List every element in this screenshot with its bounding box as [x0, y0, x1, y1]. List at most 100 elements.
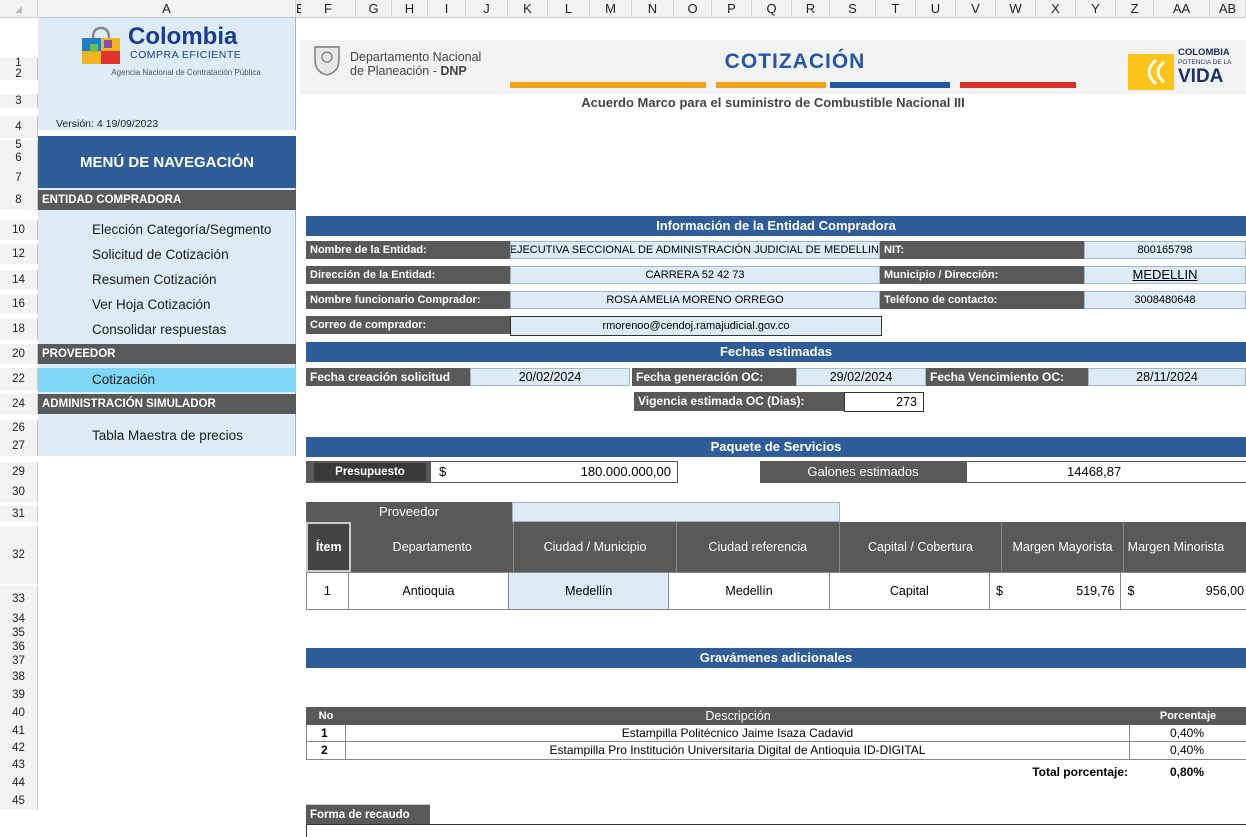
- row-header-1[interactable]: 1: [0, 57, 38, 69]
- menu-item-ver-hoja-cotizacion[interactable]: Ver Hoja Cotización: [38, 293, 296, 317]
- row-capital: Capital: [830, 573, 990, 609]
- row-header-42[interactable]: 42: [0, 740, 38, 756]
- logo-title: Colombia: [128, 23, 238, 50]
- agreement-subtitle: Acuerdo Marco para el suministro de Comb…: [581, 95, 965, 110]
- menu-item-cotizacion[interactable]: Cotización: [38, 368, 296, 392]
- sidebar-header: Colombia COMPRA EFICIENTE Agencia Nacion…: [38, 18, 296, 130]
- entity-name-field[interactable]: DIRECCIÓN EJECUTIVA SECCIONAL DE ADMINIS…: [510, 241, 880, 259]
- row-header-24[interactable]: 24: [0, 394, 38, 414]
- entity-name-label: Nombre de la Entidad:: [306, 241, 510, 259]
- menu-item-tabla-maestra-precios[interactable]: Tabla Maestra de precios: [38, 424, 296, 448]
- row-header-37[interactable]: 37: [0, 654, 38, 668]
- menu-item-resumen-cotizacion[interactable]: Resumen Cotización: [38, 268, 296, 292]
- select-all-corner[interactable]: [0, 0, 38, 18]
- city-field[interactable]: MEDELLIN: [1084, 266, 1246, 284]
- column-header-m[interactable]: M: [590, 0, 632, 18]
- expiry-date-field[interactable]: 28/11/2024: [1088, 368, 1246, 386]
- row-header-20[interactable]: 20: [0, 344, 38, 364]
- row-header-45[interactable]: 45: [0, 792, 38, 810]
- validity-field[interactable]: 273: [844, 392, 924, 412]
- column-header-p[interactable]: P: [712, 0, 752, 18]
- row-header-41[interactable]: 41: [0, 722, 38, 740]
- row-header-2[interactable]: 2: [0, 68, 38, 80]
- column-header-l[interactable]: L: [548, 0, 590, 18]
- row-ciudad[interactable]: Medellín: [509, 573, 670, 609]
- column-header-a[interactable]: A: [38, 0, 296, 18]
- expiry-date-label: Fecha Vencimiento OC:: [926, 368, 1088, 386]
- row-header-44[interactable]: 44: [0, 774, 38, 792]
- row-header-36[interactable]: 36: [0, 640, 38, 654]
- row-header-16[interactable]: 16: [0, 294, 38, 314]
- col-ciudad-municipio: Ciudad / Municipio: [514, 522, 677, 572]
- budget-value: 180.000.000,00: [580, 464, 671, 479]
- column-header-g[interactable]: G: [356, 0, 392, 18]
- row-header-4[interactable]: 4: [0, 116, 38, 138]
- menu-item-solicitud-cotizacion[interactable]: Solicitud de Cotización: [38, 243, 296, 267]
- column-header-y[interactable]: Y: [1076, 0, 1116, 18]
- row-header-14[interactable]: 14: [0, 270, 38, 290]
- budget-currency: $: [439, 464, 447, 479]
- row-header-38[interactable]: 38: [0, 668, 38, 686]
- colombia-vida-line-1: COLOMBIA: [1178, 48, 1230, 58]
- column-header-r[interactable]: R: [792, 0, 830, 18]
- row-header-7[interactable]: 7: [0, 166, 38, 190]
- column-header-o[interactable]: O: [674, 0, 712, 18]
- column-header-q[interactable]: Q: [752, 0, 792, 18]
- column-header-j[interactable]: J: [466, 0, 508, 18]
- row-header-29[interactable]: 29: [0, 462, 38, 482]
- row-header-5[interactable]: 5: [0, 139, 38, 151]
- row-header-30[interactable]: 30: [0, 482, 38, 502]
- agency-name: Agencia Nacional de Contratación Pública: [111, 68, 261, 77]
- column-header-aa[interactable]: AA: [1154, 0, 1210, 18]
- col-capital-cobertura: Capital / Cobertura: [839, 522, 1003, 572]
- nit-field[interactable]: 800165798: [1084, 241, 1246, 259]
- row-header-27[interactable]: 27: [0, 436, 38, 456]
- column-header-i[interactable]: I: [428, 0, 466, 18]
- column-header-w[interactable]: W: [996, 0, 1036, 18]
- row-header-22[interactable]: 22: [0, 368, 38, 390]
- column-header-ab[interactable]: AB: [1210, 0, 1246, 18]
- menu-item-eleccion-categoria[interactable]: Elección Categoría/Segmento: [38, 218, 296, 242]
- row-header-39[interactable]: 39: [0, 686, 38, 704]
- row-header-43[interactable]: 43: [0, 756, 38, 774]
- row-header-31[interactable]: 31: [0, 506, 38, 522]
- oc-date-field[interactable]: 29/02/2024: [796, 368, 926, 386]
- row-departamento[interactable]: Antioquia: [349, 573, 510, 609]
- minorista-value: 956,00: [1205, 584, 1245, 598]
- budget-field[interactable]: $ 180.000.000,00: [430, 461, 678, 483]
- column-header-x[interactable]: X: [1036, 0, 1076, 18]
- provider-field[interactable]: [512, 502, 840, 522]
- column-header-f[interactable]: F: [301, 0, 356, 18]
- row-header-12[interactable]: 12: [0, 244, 38, 264]
- email-field[interactable]: rmorenoo@cendoj.ramajudicial.gov.co: [510, 316, 882, 336]
- gallons-field[interactable]: 14468,87: [966, 461, 1246, 483]
- column-header-u[interactable]: U: [916, 0, 956, 18]
- column-header-s[interactable]: S: [830, 0, 876, 18]
- column-header-v[interactable]: V: [956, 0, 996, 18]
- row-header-35[interactable]: 35: [0, 626, 38, 640]
- row-header-32[interactable]: 32: [0, 526, 38, 584]
- column-header-z[interactable]: Z: [1116, 0, 1154, 18]
- row-header-40[interactable]: 40: [0, 704, 38, 722]
- row-header-33[interactable]: 33: [0, 586, 38, 612]
- provider-table-row: 1 Antioquia Medellín Medellín Capital $ …: [306, 572, 1246, 610]
- menu-item-consolidar-respuestas[interactable]: Consolidar respuestas: [38, 318, 296, 342]
- buyer-field[interactable]: ROSA AMELIA MORENO ORREGO: [510, 291, 880, 309]
- column-header-n[interactable]: N: [632, 0, 674, 18]
- row-header-8[interactable]: 8: [0, 190, 38, 210]
- phone-field[interactable]: 3008480648: [1084, 291, 1246, 309]
- column-header-t[interactable]: T: [876, 0, 916, 18]
- row-header-26[interactable]: 26: [0, 420, 38, 436]
- row-header-3[interactable]: 3: [0, 94, 38, 108]
- row-header-10[interactable]: 10: [0, 220, 38, 240]
- row-header-34[interactable]: 34: [0, 612, 38, 626]
- row-header-6[interactable]: 6: [0, 150, 38, 166]
- column-header-h[interactable]: H: [392, 0, 428, 18]
- created-date-field[interactable]: 20/02/2024: [470, 368, 630, 386]
- tax-row-2-desc: Estampilla Pro Institución Universitaria…: [346, 742, 1130, 759]
- column-header-k[interactable]: K: [508, 0, 548, 18]
- row-header-18[interactable]: 18: [0, 318, 38, 340]
- title-underline-blue: [830, 82, 950, 88]
- address-field[interactable]: CARRERA 52 42 73: [510, 266, 880, 284]
- collection-field[interactable]: [306, 824, 1246, 837]
